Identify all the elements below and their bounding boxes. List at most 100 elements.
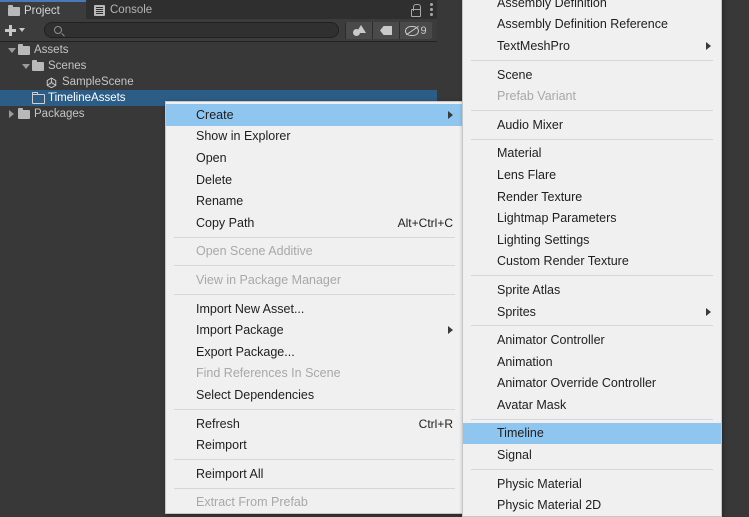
menu-item-animator-override-controller[interactable]: Animator Override Controller bbox=[463, 373, 721, 395]
hidden-count-label: 9 bbox=[420, 24, 427, 37]
lock-icon[interactable] bbox=[411, 4, 421, 17]
tab-console[interactable]: Console bbox=[86, 0, 180, 19]
menu-item-rename[interactable]: Rename bbox=[166, 190, 463, 212]
unity-scene-icon bbox=[45, 74, 59, 90]
asset-context-menu[interactable]: Create Show in Explorer Open Delete Rename Co… bbox=[165, 101, 464, 515]
menu-item-animator-controller[interactable]: Animator Controller bbox=[463, 329, 721, 351]
menu-item-label: Timeline bbox=[497, 426, 544, 441]
tree-row-samplescene[interactable]: SampleScene bbox=[0, 74, 437, 90]
menu-item-open-scene-additive: Open Scene Additive bbox=[166, 241, 463, 263]
tree-label-timelineassets: TimelineAssets bbox=[48, 92, 126, 104]
menu-item-label: Lens Flare bbox=[497, 167, 557, 182]
type-filter-icon bbox=[352, 25, 366, 36]
kebab-menu-icon[interactable] bbox=[430, 3, 433, 16]
menu-item-animation[interactable]: Animation bbox=[463, 351, 721, 373]
search-input[interactable] bbox=[66, 23, 330, 37]
menu-item-label: Show in Explorer bbox=[196, 129, 291, 144]
menu-item-label: Find References In Scene bbox=[196, 366, 341, 381]
search-icon bbox=[54, 26, 62, 34]
twisty-open-icon[interactable] bbox=[20, 58, 31, 74]
menu-separator bbox=[471, 325, 713, 327]
menu-item-label: Create bbox=[196, 107, 234, 122]
menu-item-label: Rename bbox=[196, 194, 244, 209]
menu-item-find-references-in-scene: Find References In Scene bbox=[166, 363, 463, 385]
menu-item-label: TextMeshPro bbox=[497, 38, 570, 53]
menu-item-delete[interactable]: Delete bbox=[166, 169, 463, 191]
hidden-packages-button[interactable]: 9 bbox=[400, 22, 432, 39]
menu-item-assembly-definition[interactable]: Assembly Definition bbox=[463, 0, 721, 14]
label-filter-icon bbox=[380, 26, 392, 35]
type-filter-button[interactable] bbox=[345, 22, 373, 39]
menu-separator bbox=[174, 236, 455, 238]
menu-separator bbox=[174, 487, 455, 489]
folder-solid-icon bbox=[31, 58, 45, 74]
menu-item-view-in-package-manager: View in Package Manager bbox=[166, 269, 463, 291]
menu-item-label: Reimport All bbox=[196, 466, 264, 481]
menu-item-label: Open Scene Additive bbox=[196, 244, 313, 259]
menu-item-label: Scene bbox=[497, 67, 533, 82]
unity-scene-glyph bbox=[46, 77, 57, 88]
menu-item-reimport[interactable]: Reimport bbox=[166, 434, 463, 456]
hidden-count-icon: 9 bbox=[405, 24, 427, 37]
menu-item-render-texture[interactable]: Render Texture bbox=[463, 186, 721, 208]
menu-item-sprite-atlas[interactable]: Sprite Atlas bbox=[463, 279, 721, 301]
menu-item-copy-path[interactable]: Copy Path Alt+Ctrl+C bbox=[166, 212, 463, 234]
menu-item-custom-render-texture[interactable]: Custom Render Texture bbox=[463, 251, 721, 273]
menu-item-lens-flare[interactable]: Lens Flare bbox=[463, 164, 721, 186]
menu-item-show-in-explorer[interactable]: Show in Explorer bbox=[166, 126, 463, 148]
folder-solid-icon bbox=[17, 42, 31, 58]
menu-item-refresh[interactable]: Refresh Ctrl+R bbox=[166, 413, 463, 435]
menu-item-select-dependencies[interactable]: Select Dependencies bbox=[166, 384, 463, 406]
menu-item-audio-mixer[interactable]: Audio Mixer bbox=[463, 114, 721, 136]
menu-item-label: Sprites bbox=[497, 304, 536, 319]
menu-item-label: Sprite Atlas bbox=[497, 282, 561, 297]
menu-item-open[interactable]: Open bbox=[166, 147, 463, 169]
twisty-closed-icon[interactable] bbox=[6, 106, 17, 122]
tree-label-samplescene: SampleScene bbox=[62, 76, 134, 88]
menu-item-assembly-definition-reference[interactable]: Assembly Definition Reference bbox=[463, 14, 721, 36]
menu-item-create[interactable]: Create bbox=[166, 104, 463, 126]
tree-row-scenes[interactable]: Scenes bbox=[0, 58, 437, 74]
menu-item-import-package[interactable]: Import Package bbox=[166, 319, 463, 341]
menu-item-label: Reimport bbox=[196, 438, 247, 453]
twisty-open-icon[interactable] bbox=[6, 42, 17, 58]
search-field[interactable] bbox=[44, 22, 339, 38]
menu-item-material[interactable]: Material bbox=[463, 143, 721, 165]
menu-item-label: Select Dependencies bbox=[196, 387, 315, 402]
menu-item-label: Animator Override Controller bbox=[497, 376, 657, 391]
menu-separator bbox=[174, 408, 455, 410]
menu-item-shortcut: Alt+Ctrl+C bbox=[397, 215, 453, 230]
menu-item-timeline[interactable]: Timeline bbox=[463, 422, 721, 445]
menu-item-signal[interactable]: Signal bbox=[463, 444, 721, 466]
menu-item-export-package[interactable]: Export Package... bbox=[166, 341, 463, 363]
chevron-right-icon bbox=[448, 110, 453, 119]
panel-tabbar: Project Console bbox=[0, 0, 437, 19]
menu-separator bbox=[471, 418, 713, 420]
menu-item-label: Refresh bbox=[196, 416, 240, 431]
tab-console-label: Console bbox=[110, 3, 153, 16]
menu-item-lighting-settings[interactable]: Lighting Settings bbox=[463, 229, 721, 251]
tab-project-label: Project bbox=[24, 4, 60, 17]
project-toolbar: 9 bbox=[0, 19, 437, 42]
menu-item-extract-from-prefab: Extract From Prefab bbox=[166, 492, 463, 514]
menu-item-sprites[interactable]: Sprites bbox=[463, 301, 721, 323]
menu-item-import-new-asset[interactable]: Import New Asset... bbox=[166, 298, 463, 320]
menu-item-avatar-mask[interactable]: Avatar Mask bbox=[463, 394, 721, 416]
label-filter-button[interactable] bbox=[373, 22, 400, 39]
menu-item-textmeshpro[interactable]: TextMeshPro bbox=[463, 35, 721, 57]
chevron-right-icon bbox=[448, 326, 453, 335]
menu-item-scene[interactable]: Scene bbox=[463, 64, 721, 86]
create-submenu[interactable]: Assembly Definition Assembly Definition R… bbox=[462, 0, 722, 517]
menu-item-prefab-variant: Prefab Variant bbox=[463, 85, 721, 107]
menu-item-label: Render Texture bbox=[497, 189, 583, 204]
tree-label-scenes: Scenes bbox=[48, 60, 87, 72]
add-asset-button[interactable] bbox=[5, 22, 35, 38]
chevron-right-icon bbox=[706, 41, 711, 50]
menu-item-lightmap-parameters[interactable]: Lightmap Parameters bbox=[463, 207, 721, 229]
menu-item-physic-material[interactable]: Physic Material bbox=[463, 473, 721, 495]
folder-outline-icon bbox=[31, 90, 45, 106]
folder-solid-icon bbox=[17, 106, 31, 122]
tree-row-assets[interactable]: Assets bbox=[0, 42, 437, 58]
tab-project[interactable]: Project bbox=[0, 0, 86, 19]
menu-item-reimport-all[interactable]: Reimport All bbox=[166, 463, 463, 485]
